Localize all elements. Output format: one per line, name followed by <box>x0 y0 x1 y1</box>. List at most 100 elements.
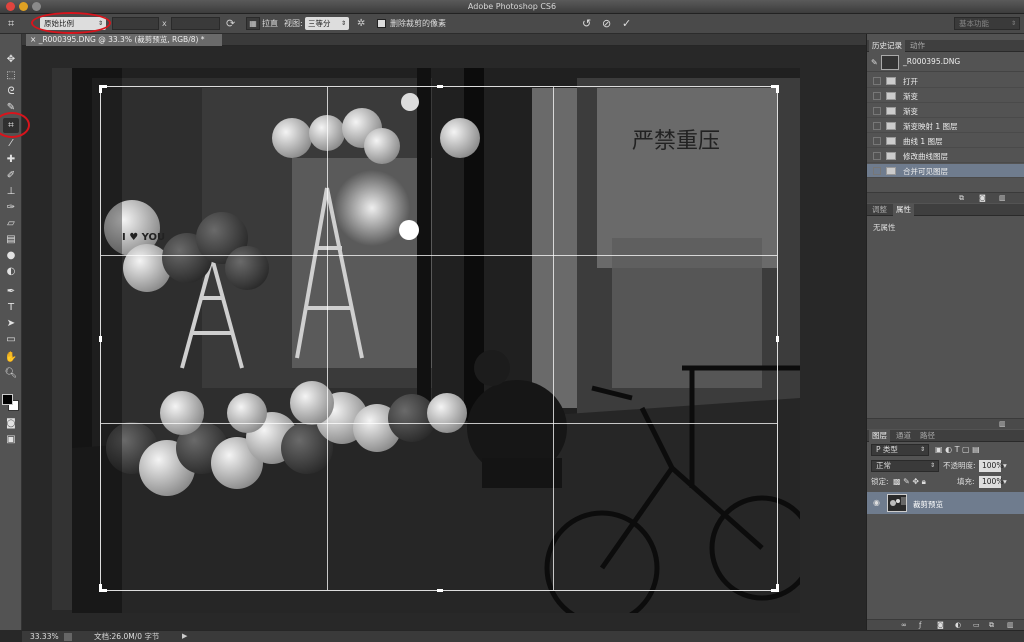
type-tool-icon[interactable]: T <box>3 300 19 315</box>
straighten-icon[interactable]: ▦ <box>246 17 260 30</box>
blur-tool-icon[interactable]: ● <box>3 248 19 263</box>
swap-dimensions-icon[interactable]: ⟳ <box>226 17 238 30</box>
folder-icon[interactable]: ▭ <box>973 622 981 629</box>
history-brush-source-icon[interactable]: ✎ <box>871 58 878 67</box>
crop-width-input[interactable] <box>112 17 159 30</box>
opacity-input[interactable]: 100% <box>979 460 1003 472</box>
crop-handle-right[interactable] <box>776 336 779 342</box>
fill-input[interactable]: 100% <box>979 476 1003 488</box>
trash-icon[interactable]: ▥ <box>1007 622 1015 629</box>
workspace-select[interactable]: 基本功能 ⇕ <box>954 17 1020 30</box>
crop-handle-top-right[interactable] <box>776 85 779 93</box>
zoom-level-field[interactable]: 33.33% <box>30 632 59 642</box>
document-tab[interactable]: × _R000395.DNG @ 33.3% (裁剪预览, RGB/8) * <box>26 34 222 46</box>
tab-history[interactable]: 历史记录 <box>869 40 905 52</box>
marquee-tool-icon[interactable]: ⬚ <box>3 68 19 83</box>
new-document-from-state-icon[interactable]: ⧉ <box>959 195 967 202</box>
gear-icon[interactable]: ✲ <box>357 17 369 30</box>
tab-channels[interactable]: 通道 <box>893 430 914 442</box>
tab-paths[interactable]: 路径 <box>917 430 938 442</box>
adjustment-layer-icon <box>886 137 896 145</box>
history-source-checkbox[interactable] <box>873 107 881 115</box>
crop-handle-left[interactable] <box>99 336 102 342</box>
no-properties-text: 无属性 <box>873 223 896 232</box>
fx-icon[interactable]: ƒ <box>919 622 927 629</box>
trash-icon[interactable]: ▥ <box>999 421 1007 428</box>
move-tool-icon[interactable]: ✥ <box>3 52 19 67</box>
dodge-tool-icon[interactable]: ◐ <box>3 264 19 279</box>
history-source-checkbox[interactable] <box>873 122 881 130</box>
eraser-tool-icon[interactable]: ▱ <box>3 216 19 231</box>
history-item[interactable]: 修改曲线图层 <box>867 149 1024 163</box>
crop-grid-line <box>327 87 328 590</box>
crop-handle-top[interactable] <box>437 85 443 88</box>
screen-mode-icon[interactable]: ▣ <box>3 432 19 447</box>
overlay-view-select[interactable]: 三等分 ⇕ <box>305 17 349 30</box>
history-source-checkbox[interactable] <box>873 137 881 145</box>
layer-thumbnail <box>887 494 907 512</box>
cancel-crop-icon[interactable]: ⊘ <box>602 17 614 30</box>
history-item[interactable]: 曲线 1 图层 <box>867 134 1024 148</box>
history-snapshot[interactable]: ✎ _R000395.DNG <box>867 54 1024 72</box>
layer-row[interactable]: ◉ 裁剪预览 <box>867 492 1024 514</box>
chevron-right-icon[interactable]: ▶ <box>182 631 187 642</box>
chevron-down-icon[interactable]: ▾ <box>1003 476 1007 488</box>
tab-properties[interactable]: 属性 <box>893 204 914 216</box>
history-source-checkbox[interactable] <box>873 152 881 160</box>
layer-name: 裁剪预览 <box>913 500 943 509</box>
layer-filter-icons[interactable]: ▣ ◐ T ▢ ▤ <box>935 444 980 456</box>
lasso-tool-icon[interactable]: ᘓ <box>3 84 19 99</box>
crop-handle-bottom-right[interactable] <box>776 584 779 592</box>
close-icon[interactable]: × <box>30 35 36 44</box>
layer-filter-select[interactable]: P 类型 ⇕ <box>871 444 929 456</box>
clone-stamp-tool-icon[interactable]: ⊥ <box>3 184 19 199</box>
crop-handle-bottom[interactable] <box>437 589 443 592</box>
adjustment-icon[interactable]: ◐ <box>955 622 963 629</box>
blend-mode-select[interactable]: 正常 ⇕ <box>871 460 939 472</box>
crop-height-input[interactable] <box>171 17 220 30</box>
tab-adjustments[interactable]: 调整 <box>869 204 890 216</box>
new-layer-icon[interactable]: ⧉ <box>989 622 997 629</box>
history-item[interactable]: 渐变 <box>867 89 1024 103</box>
quick-mask-icon[interactable]: ◙ <box>3 416 19 431</box>
history-source-checkbox[interactable] <box>873 167 881 175</box>
history-source-checkbox[interactable] <box>873 77 881 85</box>
trash-icon[interactable]: ▥ <box>999 195 1007 202</box>
link-layers-icon[interactable]: ∞ <box>901 622 909 629</box>
layer-mask-icon[interactable]: ◙ <box>937 622 945 629</box>
history-item-selected[interactable]: 合并可见图层 <box>867 164 1024 178</box>
tab-actions[interactable]: 动作 <box>907 40 928 52</box>
crop-handle-top-left[interactable] <box>99 85 102 93</box>
eye-icon[interactable]: ◉ <box>873 498 880 507</box>
camera-icon[interactable]: ◙ <box>979 195 987 202</box>
tab-layers[interactable]: 图层 <box>869 430 890 442</box>
healing-brush-tool-icon[interactable]: ✚ <box>3 152 19 167</box>
history-item[interactable]: 渐变映射 1 图层 <box>867 119 1024 133</box>
delete-cropped-checkbox[interactable] <box>377 19 386 28</box>
zoom-tool-icon[interactable]: 🔍︎ <box>3 366 19 381</box>
shape-tool-icon[interactable]: ▭ <box>3 332 19 347</box>
crop-tool-preset-icon[interactable]: ⌗ <box>8 17 22 30</box>
history-brush-tool-icon[interactable]: ✑ <box>3 200 19 215</box>
layers-panel-footer: ∞ ƒ ◙ ◐ ▭ ⧉ ▥ <box>867 619 1024 630</box>
eyedropper-tool-icon[interactable]: ⁄ <box>3 136 19 151</box>
chevron-down-icon[interactable]: ▾ <box>1003 460 1007 472</box>
gradient-icon <box>886 107 896 115</box>
path-selection-tool-icon[interactable]: ➤ <box>3 316 19 331</box>
history-item[interactable]: 渐变 <box>867 104 1024 118</box>
history-source-checkbox[interactable] <box>873 92 881 100</box>
crop-box[interactable] <box>99 85 779 592</box>
canvas-area[interactable]: 严禁重压 I ♥ YOU <box>22 46 866 630</box>
history-item-label: 渐变 <box>903 107 918 116</box>
lock-icons[interactable]: ▩ ✎ ✥ 🔒︎ <box>893 476 926 488</box>
gradient-tool-icon[interactable]: ▤ <box>3 232 19 247</box>
hand-tool-icon[interactable]: ✋ <box>3 350 19 365</box>
commit-crop-icon[interactable]: ✓ <box>622 17 634 30</box>
reset-icon[interactable]: ↺ <box>582 17 594 30</box>
crop-handle-bottom-left[interactable] <box>99 584 102 592</box>
pen-tool-icon[interactable]: ✒ <box>3 284 19 299</box>
brush-tool-icon[interactable]: ✐ <box>3 168 19 183</box>
document-info-icon[interactable] <box>64 633 72 641</box>
history-item[interactable]: 打开 <box>867 74 1024 88</box>
foreground-color-swatch[interactable] <box>2 394 13 405</box>
